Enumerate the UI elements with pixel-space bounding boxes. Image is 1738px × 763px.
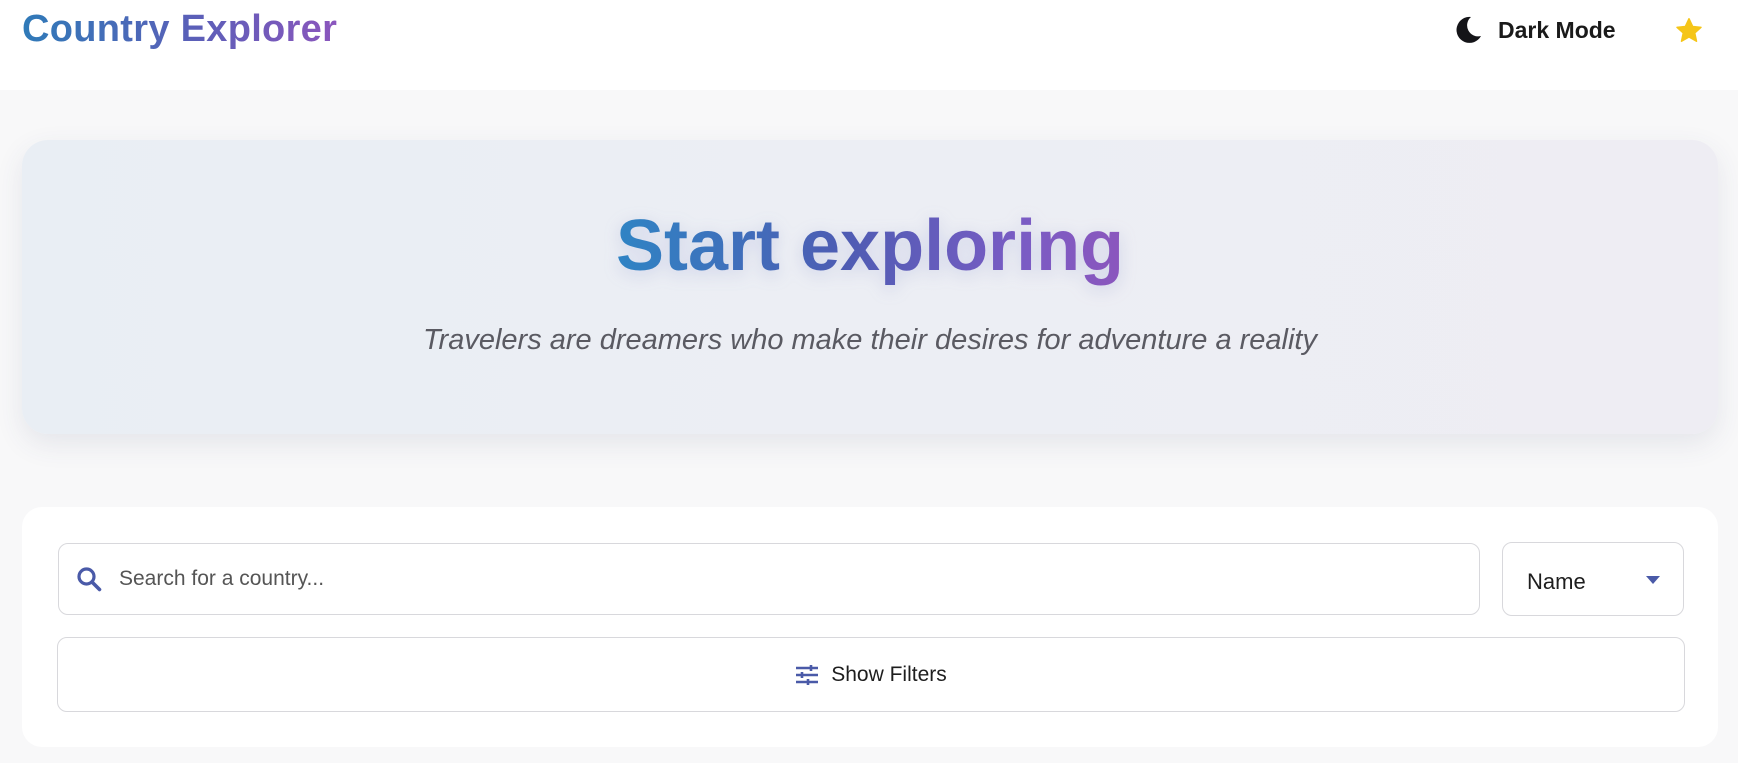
- search-box[interactable]: [58, 543, 1480, 615]
- search-panel: Name Show Filters: [22, 507, 1718, 747]
- sliders-icon: [796, 664, 819, 685]
- hero-subtitle: Travelers are dreamers who make their de…: [422, 324, 1317, 356]
- moon-icon: [1456, 16, 1481, 43]
- app-logo[interactable]: Country Explorer: [22, 8, 337, 51]
- show-filters-label: Show Filters: [831, 662, 947, 686]
- chevron-down-icon: [1646, 576, 1660, 584]
- search-input[interactable]: [119, 559, 1419, 599]
- top-header: Country Explorer Dark Mode: [0, 0, 1738, 90]
- hero-title-text: Start exploring: [615, 206, 1125, 286]
- favorites-button[interactable]: [1674, 16, 1704, 46]
- star-icon: [1676, 18, 1702, 42]
- dark-mode-toggle[interactable]: Dark Mode: [1452, 10, 1616, 50]
- sort-selected-value: Name: [1527, 569, 1586, 594]
- search-icon: [77, 567, 102, 592]
- hero-banner: Start exploring Travelers are dreamers w…: [22, 140, 1718, 434]
- dark-mode-label: Dark Mode: [1498, 16, 1616, 43]
- hero-title: Start exploring: [22, 210, 1718, 282]
- show-filters-button[interactable]: Show Filters: [57, 637, 1685, 712]
- sort-select[interactable]: Name: [1502, 542, 1684, 616]
